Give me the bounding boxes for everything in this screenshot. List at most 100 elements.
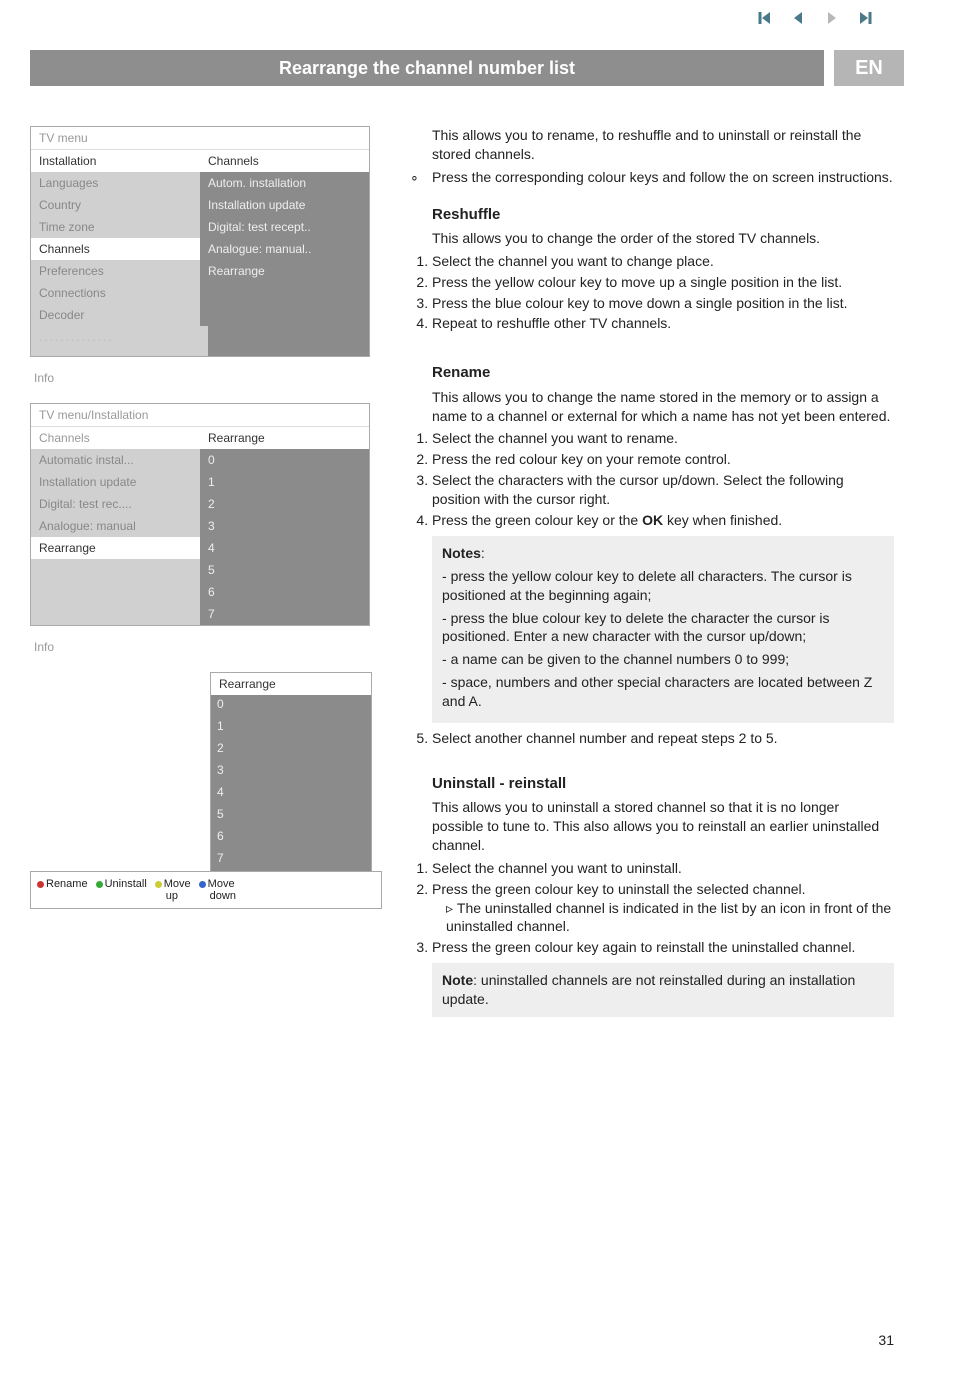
menu1-header-right: Channels [200, 150, 369, 172]
menu-item-selected: Channels [31, 238, 200, 260]
step-text: key when finished. [663, 512, 782, 528]
list-step: Press the yellow colour key to move up a… [432, 273, 894, 292]
list-step: Repeat to reshuffle other TV channels. [432, 314, 894, 333]
menu-item-selected: Rearrange [31, 537, 200, 559]
menu-item: 7 [200, 603, 369, 625]
legend-text: up [166, 890, 191, 902]
uninstall-note-box: Note: uninstalled channels are not reins… [432, 963, 894, 1017]
menu-item [31, 603, 200, 625]
menu-item: 3 [200, 515, 369, 537]
last-icon[interactable] [858, 10, 874, 26]
step-text: Press the green colour key or the [432, 512, 642, 528]
menu-item [200, 304, 369, 326]
menu-item: Digital: test recept.. [200, 216, 369, 238]
rename-steps-cont: Select another channel number and repeat… [410, 729, 894, 748]
menu-item: Installation update [31, 471, 200, 493]
next-icon[interactable] [824, 10, 840, 26]
list-step: Select the channel you want to uninstall… [432, 859, 894, 878]
menu-item: Autom. installation [200, 172, 369, 194]
page-title: Rearrange the channel number list [30, 50, 824, 86]
menu-item: 5 [200, 559, 369, 581]
list-step: Select the characters with the cursor up… [432, 471, 894, 509]
list-step: Select the channel you want to change pl… [432, 252, 894, 271]
yellow-dot-icon [155, 881, 162, 888]
rearrange-list-box: Rearrange 0 1 2 3 4 5 6 7 [210, 672, 372, 872]
list-item: 3 [211, 761, 371, 783]
menu-item: Installation update [200, 194, 369, 216]
info-label: Info [30, 632, 370, 672]
rename-desc: This allows you to change the name store… [410, 388, 894, 426]
menu-item: Time zone [31, 216, 200, 238]
intro-step: Press the corresponding colour keys and … [432, 169, 893, 185]
reshuffle-steps: Select the channel you want to change pl… [410, 252, 894, 334]
menu1-header-left: Installation [31, 150, 200, 172]
note-item: press the yellow colour key to delete al… [442, 568, 852, 603]
notes-heading: Notes [442, 545, 481, 561]
reshuffle-heading: Reshuffle [410, 205, 894, 225]
list-item: 2 [211, 739, 371, 761]
note-item: space, numbers and other special charact… [442, 674, 872, 709]
menu2-title: TV menu/Installation [31, 404, 369, 427]
info-label: Info [30, 363, 370, 403]
prev-icon[interactable] [790, 10, 806, 26]
list-item: 5 [211, 805, 371, 827]
menu2-header-right: Rearrange [200, 427, 369, 449]
red-dot-icon [37, 881, 44, 888]
legend-move-up: Moveup [155, 878, 191, 902]
note-text: : uninstalled channels are not reinstall… [442, 972, 855, 1007]
list-step: Press the blue colour key to move down a… [432, 294, 894, 313]
menu-item: 2 [200, 493, 369, 515]
menu3-header: Rearrange [211, 673, 371, 695]
tv-menu-box: TV menu Installation Channels LanguagesA… [30, 126, 370, 357]
note-item: a name can be given to the channel numbe… [451, 651, 790, 667]
list-step: Press the red colour key on your remote … [432, 450, 894, 469]
list-item: 7 [211, 849, 371, 871]
list-item: 1 [211, 717, 371, 739]
menu-placeholder: .............. [31, 326, 208, 356]
installation-menu-box: TV menu/Installation Channels Rearrange … [30, 403, 370, 626]
legend-move-down: Movedown [199, 878, 236, 902]
menu-item: 1 [200, 471, 369, 493]
uninstall-desc: This allows you to uninstall a stored ch… [410, 798, 894, 855]
page-number: 31 [878, 1332, 894, 1348]
legend-text: down [210, 890, 236, 902]
menu-item: Connections [31, 282, 200, 304]
reshuffle-desc: This allows you to change the order of t… [410, 229, 894, 248]
menu2-header-left: Channels [31, 427, 200, 449]
menu-item [31, 559, 200, 581]
rename-heading: Rename [410, 363, 894, 383]
top-nav [756, 10, 874, 26]
menu-item [31, 581, 200, 603]
menu-item: 0 [200, 449, 369, 471]
menu-item [208, 326, 369, 356]
menu1-title: TV menu [31, 127, 369, 150]
blue-dot-icon [199, 881, 206, 888]
menu-item: Analogue: manual [31, 515, 200, 537]
list-step: Select the channel you want to rename. [432, 429, 894, 448]
rename-steps: Select the channel you want to rename. P… [410, 429, 894, 529]
colour-key-legend: Rename Uninstall Moveup Movedown [30, 871, 382, 909]
list-step: Select another channel number and repeat… [432, 729, 894, 748]
legend-text: Uninstall [105, 878, 147, 890]
step-text: Press the green colour key to uninstall … [432, 881, 806, 897]
legend-uninstall: Uninstall [96, 878, 147, 902]
legend-text: Move [164, 878, 191, 890]
legend-rename: Rename [37, 878, 88, 902]
legend-text: Move [208, 878, 235, 890]
legend-text: Rename [46, 878, 88, 890]
menu-item: Preferences [31, 260, 200, 282]
menu-item: Decoder [31, 304, 200, 326]
list-step: Press the green colour key or the OK key… [432, 511, 894, 530]
list-item: 0 [211, 695, 371, 717]
menu-item: Analogue: manual.. [200, 238, 369, 260]
list-step: Press the green colour key to uninstall … [432, 880, 894, 937]
ok-key-label: OK [642, 512, 663, 528]
note-item: press the blue colour key to delete the … [442, 610, 830, 645]
menu-item: 4 [200, 537, 369, 559]
header-bar: Rearrange the channel number list EN [30, 50, 904, 86]
rename-notes-box: Notes: - press the yellow colour key to … [432, 536, 894, 723]
list-item: 6 [211, 827, 371, 849]
first-icon[interactable] [756, 10, 772, 26]
list-step: Press the green colour key again to rein… [432, 938, 894, 957]
sub-step: The uninstalled channel is indicated in … [446, 900, 891, 935]
